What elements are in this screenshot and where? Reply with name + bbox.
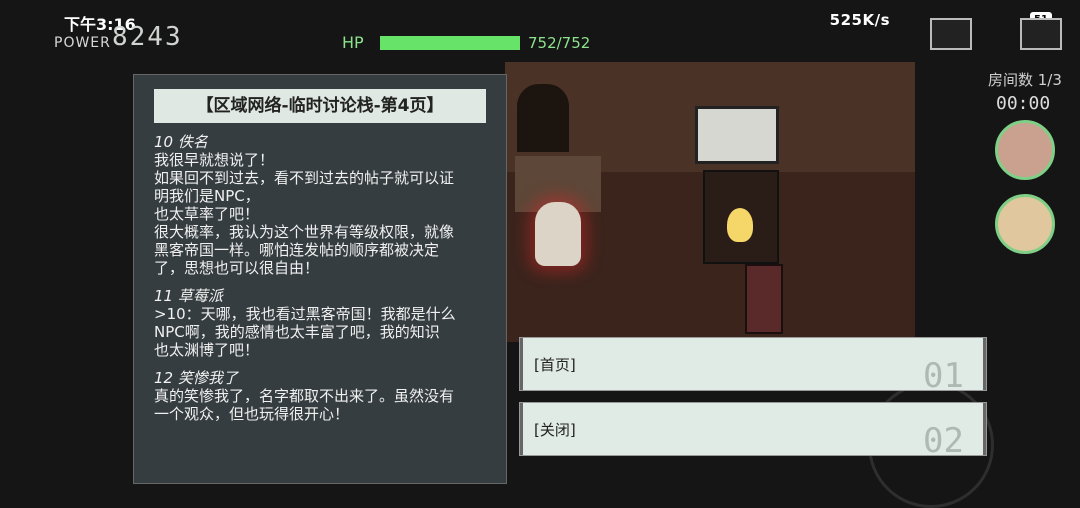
home-button[interactable]: [首页] 01 — [519, 337, 987, 396]
post-list: 10 佚名 我很早就想说了！ 如果回不到过去，看不到过去的帖子就可以证 明我们是… — [154, 133, 494, 433]
post-line: 很大概率，我认为这个世界有等级权限，就像 — [154, 223, 455, 241]
post-author: 12 笑惨我了 — [154, 369, 238, 387]
player-character — [535, 202, 581, 266]
post-line: 了，思想也可以很自由！ — [154, 259, 320, 277]
timer: 00:00 — [996, 93, 1051, 114]
home-button-number: 01 — [923, 356, 964, 396]
home-button-label: [首页] — [534, 356, 576, 374]
teammate-avatar-2[interactable] — [995, 194, 1055, 254]
door — [517, 84, 569, 152]
cabinet — [695, 106, 779, 164]
dialog-title: 【区域网络-临时讨论栈-第4页】 — [154, 89, 486, 123]
network-speed: 525K/s — [829, 11, 890, 29]
button-accent — [983, 403, 986, 455]
hp-bar — [380, 36, 520, 50]
post-line: 一个观众，但也玩得很开心！ — [154, 405, 350, 423]
post-line: NPC啊，我的感情也太丰富了吧，我的知识 — [154, 323, 440, 341]
room-count: 房间数 1/3 — [988, 71, 1062, 89]
power-label: POWER — [54, 35, 111, 51]
close-button-label: [关闭] — [534, 421, 576, 439]
post-line: 也太渊博了吧！ — [154, 341, 260, 359]
hp-label: HP — [342, 33, 364, 52]
button-accent — [520, 338, 523, 390]
fireplace — [703, 170, 779, 264]
button-accent — [520, 403, 523, 455]
post-author: 10 佚名 — [154, 133, 208, 151]
hp-fill — [380, 36, 520, 50]
post-line: 明我们是NPC， — [154, 187, 260, 205]
post-line: 也太草率了吧！ — [154, 205, 260, 223]
close-button[interactable]: [关闭] 02 — [519, 402, 987, 461]
teammate-avatar-1[interactable] — [995, 120, 1055, 180]
info-button[interactable] — [930, 18, 972, 50]
post-line: 真的笑惨我了，名字都取不出来了。虽然没有 — [154, 387, 455, 405]
post-line: 黑客帝国一样。哪怕连发帖的顺序都被决定 — [154, 241, 440, 259]
hp-value: 752/752 — [528, 34, 591, 52]
post-line: 我很早就想说了！ — [154, 151, 275, 169]
chair — [745, 264, 783, 334]
post-line: >10：天哪，我也看过黑客帝国！我都是什么 — [154, 305, 456, 323]
power-value: 8243 — [112, 22, 183, 52]
post: 10 佚名 我很早就想说了！ 如果回不到过去，看不到过去的帖子就可以证 明我们是… — [154, 133, 494, 277]
post: 11 草莓派 >10：天哪，我也看过黑客帝国！我都是什么 NPC啊，我的感情也太… — [154, 287, 494, 359]
post-author: 11 草莓派 — [154, 287, 223, 305]
fire-icon — [727, 208, 753, 242]
post: 12 笑惨我了 真的笑惨我了，名字都取不出来了。虽然没有 一个观众，但也玩得很开… — [154, 369, 494, 423]
close-button-number: 02 — [923, 421, 964, 461]
forum-dialog: 【区域网络-临时讨论栈-第4页】 10 佚名 我很早就想说了！ 如果回不到过去，… — [133, 74, 507, 484]
pause-button[interactable] — [1020, 18, 1062, 50]
button-accent — [983, 338, 986, 390]
room-background — [505, 62, 915, 342]
post-line: 如果回不到过去，看不到过去的帖子就可以证 — [154, 169, 455, 187]
